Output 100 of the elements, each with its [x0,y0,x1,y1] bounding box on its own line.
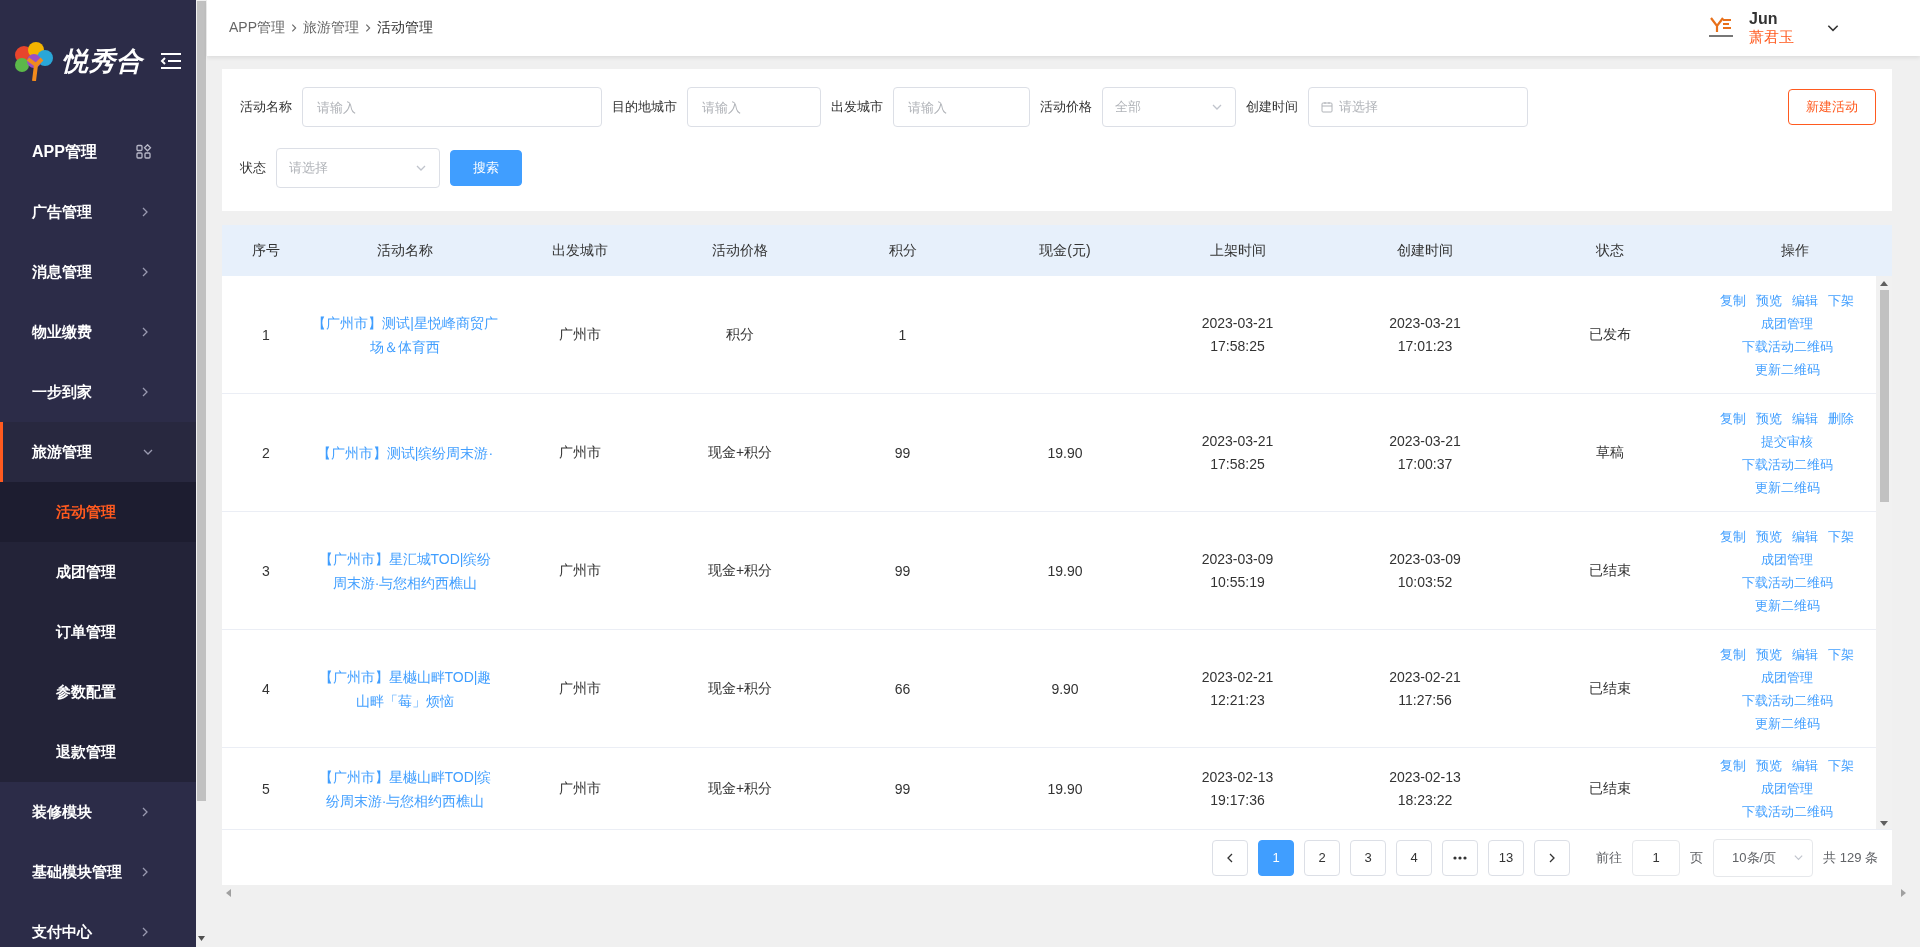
action-link[interactable]: 编辑 [1792,642,1818,666]
table-cell-text: 草稿 [1595,443,1625,462]
scrollbar-thumb[interactable] [1879,290,1889,502]
sidebar-item[interactable]: 支付中心 [0,902,196,947]
sidebar-item[interactable]: 一步到家 [0,362,196,422]
scroll-down-arrow-icon[interactable] [1880,821,1888,826]
page-input[interactable]: 1 [1632,839,1681,876]
table-cell-text: 2 [261,444,271,461]
activity-name-link[interactable]: 【广州市】测试|星悦峰商贸广场＆体育西 [310,310,500,359]
sidebar-item[interactable]: APP管理 [0,122,196,182]
action-link[interactable]: 下载活动二维码 [1741,800,1833,823]
page-size-select[interactable]: 10条/页 [1713,838,1814,877]
action-link[interactable]: 复制 [1720,642,1746,666]
breadcrumb-item[interactable]: 旅游管理 [303,19,359,37]
sidebar-item[interactable]: 基础模块管理 [0,842,196,902]
action-link[interactable]: 下载活动二维码 [1741,570,1833,594]
page-suffix: 页 [1690,848,1704,867]
table-cell-text: 66 [893,680,912,697]
scroll-left-arrow-icon[interactable] [226,889,231,897]
sidebar-subitem[interactable]: 参数配置 [0,662,196,722]
column-header: 上架时间 [1208,241,1267,260]
breadcrumb-item[interactable]: APP管理 [229,19,285,37]
action-link[interactable]: 下架 [1828,524,1854,548]
prev-page-button[interactable] [1212,839,1249,876]
action-link[interactable]: 预览 [1756,406,1782,430]
date-field[interactable]: 请选择 [1308,87,1528,127]
action-link[interactable]: 编辑 [1792,524,1818,548]
activity-name-link[interactable]: 【广州市】星汇城TOD|缤纷周末游·与您相约西樵山 [310,546,500,595]
text-field[interactable]: 请输入 [302,87,602,127]
action-link[interactable]: 预览 [1756,754,1782,777]
scroll-right-arrow-icon[interactable] [1901,889,1906,897]
action-link[interactable]: 更新二维码 [1754,711,1820,735]
goto-label: 前往 [1596,848,1623,867]
action-link[interactable]: 更新二维码 [1754,475,1820,499]
table-cell-text: 1 [261,326,271,343]
page-button[interactable]: 3 [1350,839,1387,876]
table-cell-text: 99 [893,444,912,461]
action-link[interactable]: 更新二维码 [1754,593,1820,617]
action-link[interactable]: 下载活动二维码 [1741,334,1833,358]
sidebar-subitem[interactable]: 成团管理 [0,542,196,602]
table-cell-text: 2023-02-13 18:23:22 [1388,767,1462,810]
scrollbar-thumb[interactable] [197,1,206,801]
scroll-down-arrow-icon[interactable] [198,936,205,941]
next-page-button[interactable] [1534,839,1571,876]
column-header: 活动价格 [711,241,769,260]
action-link[interactable]: 删除 [1828,406,1854,430]
page-button[interactable]: 1 [1258,839,1295,876]
sidebar-item[interactable]: 广告管理 [0,182,196,242]
action-link[interactable]: 下载活动二维码 [1741,688,1833,712]
action-link[interactable]: 成团管理 [1761,547,1813,571]
select-field[interactable]: 请选择 [276,148,440,188]
action-link[interactable]: 成团管理 [1761,777,1813,800]
sidebar-item[interactable]: 旅游管理 [0,422,196,482]
sidebar-subitem[interactable]: 活动管理 [0,482,196,542]
total-count: 共 129 条 [1823,848,1878,867]
page-button[interactable]: 4 [1396,839,1433,876]
table-cell-text: 2023-03-21 17:00:37 [1388,431,1462,474]
table-cell-text: 3 [261,562,271,579]
page-button[interactable]: 13 [1488,839,1525,876]
text-field[interactable]: 请输入 [893,87,1030,127]
activity-name-link[interactable]: 【广州市】星樾山畔TOD|趣山畔「莓」烦恼 [310,664,500,713]
action-link[interactable]: 预览 [1756,524,1782,548]
more-pages-button[interactable] [1442,839,1479,876]
action-link[interactable]: 下架 [1828,288,1854,312]
column-header: 序号 [251,241,281,260]
action-link[interactable]: 提交审核 [1761,429,1813,453]
activity-name-link[interactable]: 【广州市】星樾山畔TOD|缤纷周末游·与您相约西樵山 [310,764,500,813]
table-cell-text: 2023-03-21 17:58:25 [1200,313,1275,356]
table-cell-text: 广州市 [558,443,602,462]
action-link[interactable]: 预览 [1756,642,1782,666]
action-link[interactable]: 更新二维码 [1754,357,1820,381]
activity-name-link[interactable]: 【广州市】测试|缤纷周末游· [310,440,500,465]
menu-fold-icon[interactable] [159,52,183,70]
scroll-up-arrow-icon[interactable] [1880,281,1888,286]
action-link[interactable]: 成团管理 [1761,665,1813,689]
column-header: 现金(元) [1038,241,1092,260]
action-link[interactable]: 复制 [1720,406,1746,430]
action-link[interactable]: 预览 [1756,288,1782,312]
table-cell-text: 2023-02-21 12:21:23 [1200,667,1275,710]
sidebar-item[interactable]: 消息管理 [0,242,196,302]
action-link[interactable]: 成团管理 [1761,311,1813,335]
action-link[interactable]: 下架 [1828,642,1854,666]
action-link[interactable]: 编辑 [1792,288,1818,312]
new-activity-button[interactable]: 新建活动 [1788,89,1876,125]
action-link[interactable]: 复制 [1720,524,1746,548]
action-link[interactable]: 复制 [1720,288,1746,312]
table-cell-text: 广州市 [558,679,602,698]
page-button[interactable]: 2 [1304,839,1341,876]
action-link[interactable]: 下载活动二维码 [1741,452,1833,476]
text-field[interactable]: 请输入 [687,87,821,127]
search-button[interactable]: 搜索 [450,150,522,186]
action-link[interactable]: 下架 [1828,754,1854,777]
action-link[interactable]: 复制 [1720,754,1746,777]
select-field[interactable]: 全部 [1102,87,1236,127]
sidebar-subitem[interactable]: 退款管理 [0,722,196,782]
action-link[interactable]: 编辑 [1792,754,1818,777]
sidebar-item[interactable]: 物业缴费 [0,302,196,362]
sidebar-item[interactable]: 装修模块 [0,782,196,842]
sidebar-subitem[interactable]: 订单管理 [0,602,196,662]
action-link[interactable]: 编辑 [1792,406,1818,430]
